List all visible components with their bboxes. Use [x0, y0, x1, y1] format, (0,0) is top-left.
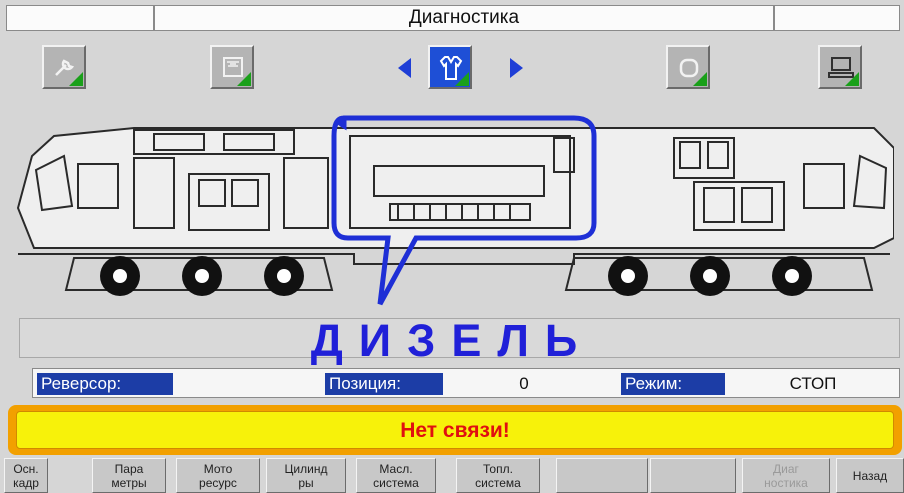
green-corner-marker — [693, 72, 707, 86]
alarm-inner: Нет связи! — [16, 411, 894, 449]
green-corner-marker — [455, 72, 469, 86]
alarm-text: Нет связи! — [400, 419, 510, 442]
diagnostics-screen: Диагностика ДИЗЕЛЬ Реверсор: Позиция: 0 … — [0, 0, 904, 493]
menu-button-motor-resource[interactable]: Мото ресурс — [176, 458, 260, 493]
title-left-cell — [6, 5, 154, 31]
ring-section-button[interactable] — [666, 45, 710, 89]
alarm-banner: Нет связи! — [8, 405, 902, 455]
menu-button-empty-2[interactable] — [650, 458, 736, 493]
position-value: 0 — [519, 374, 529, 393]
menu-button-oil-system[interactable]: Масл. система — [356, 458, 436, 493]
menu-button-main-frame[interactable]: Осн. кадр — [4, 458, 48, 493]
locomotive-schematic — [16, 115, 894, 306]
next-arrow-button[interactable] — [510, 58, 523, 78]
component-label: ДИЗЕЛЬ — [310, 315, 594, 366]
reversor-value — [179, 373, 319, 395]
menu-button-parameters[interactable]: Пара метры — [92, 458, 166, 493]
mode-value: СТОП — [789, 374, 837, 393]
menu-button-empty-1[interactable] — [556, 458, 648, 493]
page-title: Диагностика — [154, 5, 774, 31]
menu-button-diagnostics[interactable]: Диаг ностика — [742, 458, 830, 493]
position-label: Позиция: — [325, 373, 443, 395]
green-corner-marker — [845, 72, 859, 86]
panel-section-button[interactable] — [210, 45, 254, 89]
wrench-section-button[interactable] — [42, 45, 86, 89]
diesel-section-button[interactable] — [428, 45, 472, 89]
green-corner-marker — [69, 72, 83, 86]
green-corner-marker — [237, 72, 251, 86]
title-right-cell — [774, 5, 900, 31]
status-panel: Реверсор: Позиция: 0 Режим: СТОП — [32, 368, 900, 398]
title-bar: Диагностика — [6, 5, 900, 31]
menu-button-fuel-system[interactable]: Топл. система — [456, 458, 540, 493]
printer-section-button[interactable] — [818, 45, 862, 89]
mode-label: Режим: — [621, 373, 725, 395]
bottom-menu: Осн. кадр Пара метры Мото ресурс Цилинд … — [0, 458, 904, 493]
menu-button-back[interactable]: Назад — [836, 458, 904, 493]
reversor-label: Реверсор: — [37, 373, 173, 395]
previous-arrow-button[interactable] — [398, 58, 411, 78]
menu-button-cylinders[interactable]: Цилинд ры — [266, 458, 346, 493]
